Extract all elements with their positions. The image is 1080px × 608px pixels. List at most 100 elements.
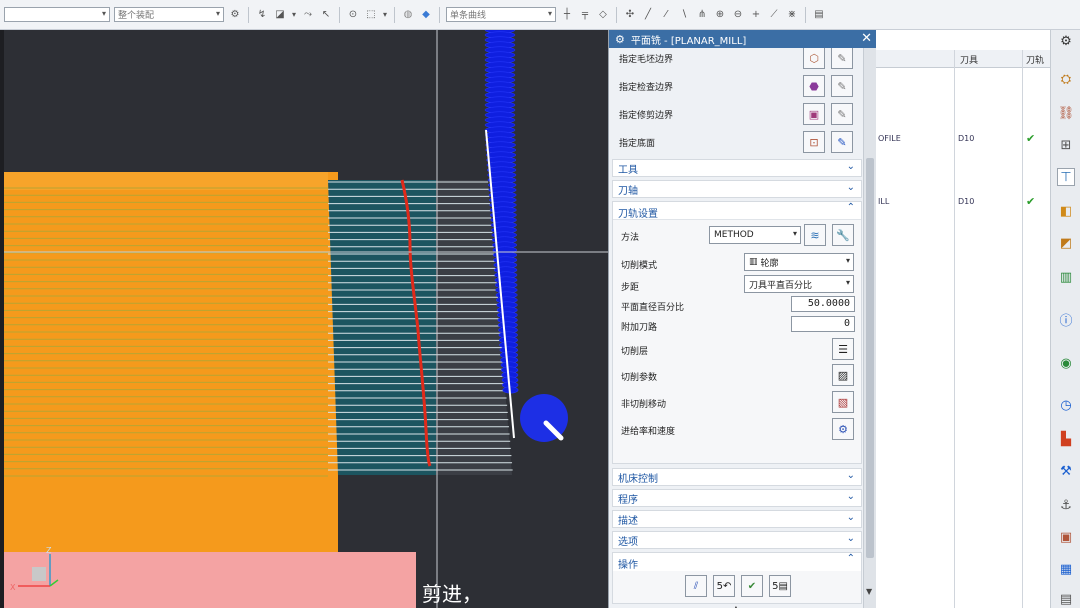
replay-button[interactable]: 5↶	[713, 575, 735, 597]
process-studio-icon[interactable]: ▙	[1057, 430, 1075, 448]
flat-diameter-input[interactable]: 50.0000	[791, 296, 855, 312]
chevron-down-icon[interactable]: ▾	[291, 8, 297, 22]
tangent-icon[interactable]: ╤	[578, 8, 592, 22]
dialog-title: 平面铣 - [PLANAR_MILL]	[630, 35, 747, 47]
visual-report-icon[interactable]: ▦	[1057, 560, 1075, 578]
snap-midpoint-icon[interactable]: ⁄	[659, 8, 673, 22]
info-icon[interactable]: ⓘ	[1057, 310, 1075, 329]
program-section-header[interactable]: 程序 ⌄	[612, 489, 862, 507]
system-scene-icon[interactable]: ⚓	[1057, 496, 1075, 514]
tool-axis-section-header[interactable]: 刀轴 ⌄	[612, 180, 862, 198]
display-check-boundary-button[interactable]: ✎	[831, 75, 853, 97]
snap-endpoint-icon[interactable]: ✣	[623, 8, 637, 22]
cut-levels-button[interactable]: ☰	[832, 338, 854, 360]
list-view-icon[interactable]: ▤	[1057, 590, 1075, 608]
list-button[interactable]: 5▤	[769, 575, 791, 597]
resource-bar: ⚙ ⛭ ⛓ ⊞ ⊤ ◧ ◩ ▥ ⓘ ◉ ◷ ▙ ⚒ ⚓ ▣ ▦ ▤	[1050, 30, 1080, 608]
actions-header[interactable]: 操作 ⌃	[613, 553, 861, 571]
snap-point-icon[interactable]: +	[749, 8, 763, 22]
deselect-icon[interactable]: ↖	[319, 8, 333, 22]
assembly-scope-value: 整个装配	[118, 11, 155, 21]
display-trim-boundary-button[interactable]: ✎	[831, 103, 853, 125]
assembly-scope-select[interactable]: 整个装配 ▾	[114, 7, 224, 22]
operation-navigator-icon[interactable]: ⊤	[1057, 168, 1075, 186]
close-icon[interactable]: ✕	[861, 30, 872, 48]
tool-axis-section-label: 刀轴	[618, 185, 638, 197]
machine-tool-navigator-icon[interactable]: ◧	[1057, 202, 1075, 220]
scroll-thumb[interactable]	[866, 158, 874, 558]
chevron-down-icon[interactable]: ▾	[382, 8, 388, 22]
constraint-navigator-icon[interactable]: ⛓	[1057, 104, 1075, 122]
non-cutting-button[interactable]: ▧	[832, 391, 854, 413]
dialog-title-bar[interactable]: ⚙ 平面铣 - [PLANAR_MILL] ✕	[609, 30, 876, 48]
snap-icon[interactable]: ↯	[255, 8, 269, 22]
select-check-boundary-button[interactable]: ⬣	[803, 75, 825, 97]
selection-filter-icon[interactable]: ⚙	[228, 8, 242, 22]
select-trim-boundary-button[interactable]: ▣	[803, 103, 825, 125]
cut-pattern-select[interactable]: ▥ 轮廓 ▾	[744, 253, 854, 271]
select-blank-boundary-button[interactable]: ⬡	[803, 48, 825, 69]
machining-feature-icon[interactable]: ◩	[1057, 234, 1075, 252]
reuse-library-icon[interactable]: ▥	[1057, 268, 1075, 286]
col-tool-header[interactable]: 刀具	[960, 53, 978, 66]
edit-method-button[interactable]: ≋	[804, 224, 826, 246]
actions-label: 操作	[618, 560, 638, 571]
snap-curve-icon[interactable]: ∖	[677, 8, 691, 22]
cut-pattern-value: 轮廓	[760, 258, 779, 269]
part-navigator-icon[interactable]: ⊞	[1057, 136, 1075, 154]
snap-intersect-icon[interactable]: ⟋	[767, 8, 781, 22]
video-subtitle: 剪进，	[422, 582, 482, 606]
pick-icon[interactable]: ⤳	[301, 8, 315, 22]
verify-button[interactable]: ✔	[741, 575, 763, 597]
toolbar-divider	[805, 6, 806, 23]
rectangle-select-icon[interactable]: ⬚	[364, 8, 378, 22]
snap-pole-icon[interactable]: ⋇	[785, 8, 799, 22]
filter-select[interactable]: ▾	[4, 7, 110, 22]
solid-body-icon[interactable]: ◆	[419, 8, 433, 22]
history-icon[interactable]: ◷	[1057, 396, 1075, 414]
nx-window: ▾ 整个装配 ▾ ⚙ ↯ ◪ ▾ ⤳ ↖ ⊙ ⬚ ▾ ◍ ◆ 单条曲线 ▾ ┼ ╤ …	[0, 0, 1080, 608]
shaded-view-icon[interactable]: ◍	[401, 8, 415, 22]
assembly-navigator-icon[interactable]: ⛭	[1057, 70, 1075, 88]
viewport-edge	[0, 30, 4, 608]
chevron-up-icon: ⌃	[846, 553, 855, 564]
table-row[interactable]: ILL D10 ✔	[876, 195, 1050, 211]
collapse-arrow-icon[interactable]: ▲	[609, 604, 863, 608]
gear-icon[interactable]: ⚙	[1057, 32, 1075, 50]
dialog-scrollbar[interactable]: ▼	[863, 48, 876, 608]
roles-icon[interactable]: ⚒	[1057, 462, 1075, 480]
cut-params-button[interactable]: ▨	[832, 364, 854, 386]
method-settings-button[interactable]: 🔧	[832, 224, 854, 246]
selection-mode-icon[interactable]: ◪	[273, 8, 287, 22]
feeds-speeds-button[interactable]: ⚙	[832, 418, 854, 440]
snap-quadrant-icon[interactable]: ⊖	[731, 8, 745, 22]
machine-control-section-header[interactable]: 机床控制 ⌄	[612, 468, 862, 486]
display-floor-button[interactable]: ✎	[831, 131, 853, 153]
select-floor-button[interactable]: ⊡	[803, 131, 825, 153]
curve-rule-select[interactable]: 单条曲线 ▾	[446, 7, 556, 22]
palette-icon[interactable]: ▣	[1057, 528, 1075, 546]
graphics-viewport[interactable]: Z X 剪进，	[0, 30, 610, 608]
web-browser-icon[interactable]: ◉	[1057, 354, 1075, 372]
generate-button[interactable]: ⫽	[685, 575, 707, 597]
table-row[interactable]: OFILE D10 ✔	[876, 132, 1050, 148]
snap-line-icon[interactable]: ╱	[641, 8, 655, 22]
snap-center-icon[interactable]: ⊕	[713, 8, 727, 22]
options-section-header[interactable]: 选项 ⌄	[612, 531, 862, 549]
stepover-select[interactable]: 刀具平直百分比 ▾	[744, 275, 854, 293]
method-select[interactable]: METHOD ▾	[709, 226, 801, 244]
layer-icon[interactable]: ▤	[812, 8, 826, 22]
path-settings-header[interactable]: 刀轨设置 ⌃	[613, 202, 861, 220]
chevron-down-icon[interactable]: ▼	[866, 587, 872, 596]
path-settings-label: 刀轨设置	[618, 209, 658, 220]
snap-arc-center-icon[interactable]: ⋔	[695, 8, 709, 22]
display-blank-boundary-button[interactable]: ✎	[831, 48, 853, 69]
circle-select-icon[interactable]: ⊙	[346, 8, 360, 22]
tool-section-header[interactable]: 工具 ⌄	[612, 159, 862, 177]
stop-at-intersection-icon[interactable]: ◇	[596, 8, 610, 22]
col-path-header[interactable]: 刀轨	[1026, 53, 1044, 66]
intersection-icon[interactable]: ┼	[560, 8, 574, 22]
dialog-body: 指定毛坯边界 ⬡ ✎ 指定检查边界 ⬣ ✎ 指定修剪边界 ▣ ✎ 指定底面 ⊡ …	[609, 48, 863, 608]
description-section-header[interactable]: 描述 ⌄	[612, 510, 862, 528]
additional-passes-input[interactable]: 0	[791, 316, 855, 332]
